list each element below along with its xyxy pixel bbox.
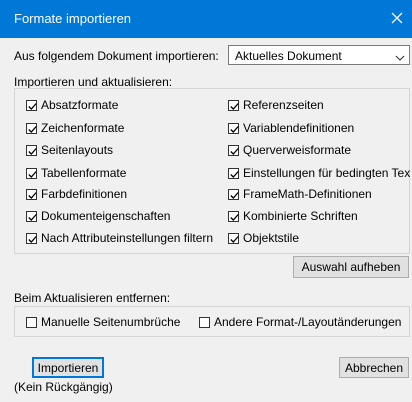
checkbox-box[interactable] (26, 210, 37, 222)
checkbox-label: Einstellungen für bedingten Tex (243, 166, 411, 180)
checkbox-label: Absatzformate (41, 98, 119, 112)
checkbox-framemath[interactable]: FrameMath-Definitionen (228, 186, 372, 202)
checkbox-box[interactable] (26, 144, 37, 156)
window-title: Formate importieren (14, 11, 132, 26)
checkbox-kombinierte-schriften[interactable]: Kombinierte Schriften (228, 208, 358, 224)
checkbox-variablendefinitionen[interactable]: Variablendefinitionen (228, 120, 354, 136)
checkbox-seitenlayouts[interactable]: Seitenlayouts (26, 142, 113, 158)
checkbox-box[interactable] (228, 167, 239, 179)
checkbox-label: Dokumenteigenschaften (41, 209, 171, 223)
source-document-value: Aktuelles Dokument (235, 49, 342, 63)
checkbox-box[interactable] (26, 167, 37, 179)
checkbox-attribute-filter[interactable]: Nach Attributeinstellungen filtern (26, 230, 213, 246)
checkbox-zeichenformate[interactable]: Zeichenformate (26, 120, 124, 136)
checkbox-box[interactable] (228, 232, 239, 244)
checkbox-box[interactable] (26, 122, 37, 134)
checkbox-box[interactable] (228, 99, 239, 111)
checkbox-label: Querverweisformate (243, 143, 352, 157)
checkbox-other-format-changes[interactable]: Andere Format-/Layoutänderungen (199, 314, 401, 330)
checkbox-label: Zeichenformate (41, 121, 125, 135)
checkbox-farbdefinitionen[interactable]: Farbdefinitionen (26, 186, 127, 202)
checkbox-referenzseiten[interactable]: Referenzseiten (228, 97, 324, 113)
checkbox-box[interactable] (26, 188, 37, 200)
checkbox-box[interactable] (228, 188, 239, 200)
checkbox-label: FrameMath-Definitionen (243, 187, 372, 201)
checkbox-tabellenformate[interactable]: Tabellenformate (26, 165, 126, 181)
undo-note: (Kein Rückgängig) (14, 380, 113, 394)
checkbox-absatzformate[interactable]: Absatzformate (26, 97, 118, 113)
checkbox-label: Manuelle Seitenumbrüche (41, 315, 181, 329)
checkbox-box[interactable] (199, 316, 210, 328)
checkbox-label: Tabellenformate (41, 166, 127, 180)
checkbox-label: Variablendefinitionen (243, 121, 355, 135)
remove-section-label: Beim Aktualisieren entfernen: (14, 291, 171, 305)
deselect-all-button[interactable]: Auswahl aufheben (293, 256, 409, 278)
checkbox-label: Seitenlayouts (41, 143, 114, 157)
import-button[interactable]: Importieren (32, 357, 104, 378)
checkbox-querverweisformate[interactable]: Querverweisformate (228, 142, 351, 158)
checkbox-label: Objektstile (243, 231, 300, 245)
checkbox-label: Nach Attributeinstellungen filtern (41, 231, 214, 245)
close-icon[interactable] (386, 7, 408, 29)
import-section-label: Importieren und aktualisieren: (14, 75, 173, 89)
checkbox-box[interactable] (26, 316, 37, 328)
checkbox-dokumenteigenschaften[interactable]: Dokumenteigenschaften (26, 208, 170, 224)
source-label: Aus folgendem Dokument importieren: (14, 49, 219, 63)
checkbox-box[interactable] (26, 99, 37, 111)
checkbox-box[interactable] (228, 144, 239, 156)
checkbox-box[interactable] (228, 122, 239, 134)
checkbox-objektstile[interactable]: Objektstile (228, 230, 299, 246)
checkbox-box[interactable] (228, 210, 239, 222)
checkbox-manual-page-breaks[interactable]: Manuelle Seitenumbrüche (26, 314, 180, 330)
checkbox-label: Kombinierte Schriften (243, 209, 358, 223)
checkbox-box[interactable] (26, 232, 37, 244)
checkbox-label: Andere Format-/Layoutänderungen (214, 315, 402, 329)
checkbox-label: Farbdefinitionen (41, 187, 128, 201)
chevron-down-icon (395, 51, 405, 61)
title-bar: Formate importieren (0, 0, 412, 38)
checkbox-label: Referenzseiten (243, 98, 324, 112)
cancel-button[interactable]: Abbrechen (339, 357, 409, 378)
source-document-select[interactable]: Aktuelles Dokument (228, 45, 410, 65)
checkbox-bedingter-text[interactable]: Einstellungen für bedingten Tex (228, 165, 412, 181)
